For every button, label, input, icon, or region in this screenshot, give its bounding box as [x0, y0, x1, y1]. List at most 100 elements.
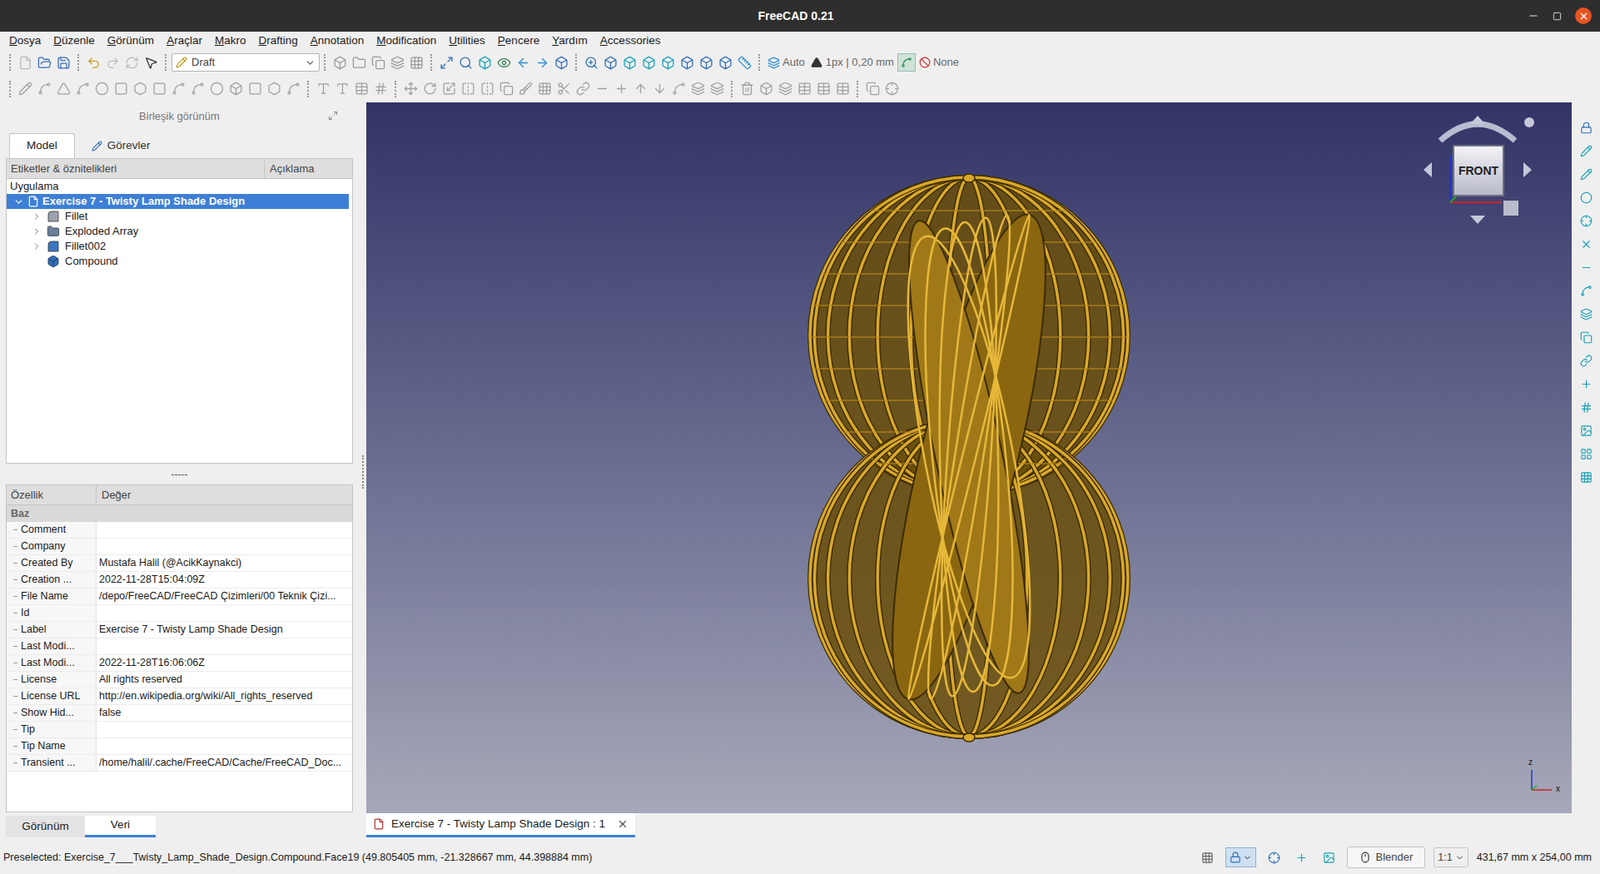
- tool-icon[interactable]: [73, 79, 93, 100]
- tool-icon[interactable]: [15, 52, 35, 73]
- tool-icon[interactable]: [494, 52, 514, 73]
- tool-icon[interactable]: [775, 79, 796, 100]
- tree-document-row[interactable]: Exercise 7 - Twisty Lamp Shade Design: [6, 193, 349, 209]
- tool-icon[interactable]: [34, 52, 55, 73]
- tool-icon[interactable]: [631, 79, 651, 100]
- tool-icon[interactable]: [283, 79, 304, 100]
- tool-icon[interactable]: [581, 52, 602, 73]
- maximize-icon[interactable]: [1552, 11, 1562, 21]
- tool-icon[interactable]: [795, 79, 815, 100]
- tool-icon[interactable]: [15, 79, 35, 100]
- tool-icon[interactable]: [611, 79, 632, 100]
- view-splitter[interactable]: [358, 102, 367, 841]
- property-row[interactable]: Tip: [6, 721, 353, 739]
- tool-icon[interactable]: [168, 79, 189, 100]
- tool-icon[interactable]: [658, 52, 678, 73]
- tool-icon[interactable]: [532, 52, 552, 73]
- tool-icon[interactable]: [1576, 443, 1596, 464]
- tree-column[interactable]: Etiketler & öznitelikleri: [6, 159, 265, 179]
- combo-tab[interactable]: Model: [9, 133, 75, 159]
- tool-icon[interactable]: [1576, 467, 1596, 487]
- tool-icon[interactable]: [226, 79, 246, 100]
- tool-icon[interactable]: [1576, 327, 1596, 348]
- tool-icon[interactable]: [756, 79, 776, 100]
- toolbar-handle[interactable]: [9, 80, 12, 98]
- tool-icon[interactable]: [1576, 350, 1596, 371]
- toolbar-handle[interactable]: [9, 54, 12, 71]
- tool-icon[interactable]: [863, 79, 883, 100]
- tool-icon[interactable]: [735, 52, 755, 73]
- property-row[interactable]: Created ByMustafa Halil (@AcikKaynakci): [6, 555, 353, 572]
- menu-item[interactable]: Makro: [214, 32, 247, 50]
- expand-icon[interactable]: [13, 196, 25, 208]
- toolbar-handle[interactable]: [575, 54, 578, 71]
- tool-icon[interactable]: [456, 52, 476, 73]
- property-row[interactable]: Last Modi...2022-11-28T16:06:06Z: [6, 655, 353, 672]
- menu-item[interactable]: Yardım: [551, 32, 588, 50]
- tool-icon[interactable]: [601, 52, 621, 73]
- undock-icon[interactable]: [327, 110, 338, 121]
- menu-item[interactable]: Drafting: [258, 32, 298, 50]
- tool-icon[interactable]: [477, 79, 497, 100]
- toolbar-handle[interactable]: [856, 80, 860, 98]
- tool-icon[interactable]: [669, 79, 689, 100]
- tool-icon[interactable]: [707, 79, 727, 100]
- tool-icon[interactable]: [513, 52, 533, 73]
- tool-icon[interactable]: [149, 79, 169, 100]
- property-row[interactable]: License URLhttp://en.wikipedia.org/wiki/…: [6, 688, 353, 706]
- toolbar-handle[interactable]: [307, 80, 310, 98]
- tool-icon[interactable]: [34, 79, 55, 100]
- tool-icon[interactable]: [332, 79, 353, 100]
- tool-icon[interactable]: [458, 79, 478, 100]
- property-column[interactable]: Özellik: [6, 485, 97, 505]
- tool-icon[interactable]: [401, 79, 421, 100]
- minimize-icon[interactable]: [1527, 9, 1540, 22]
- close-tab-icon[interactable]: [616, 818, 629, 830]
- tool-icon[interactable]: [1576, 280, 1596, 301]
- property-row[interactable]: Id: [6, 605, 353, 622]
- menu-item[interactable]: Araçlar: [166, 32, 203, 50]
- tool-icon[interactable]: [475, 52, 495, 73]
- property-row[interactable]: Comment: [6, 521, 353, 539]
- construction-toggle[interactable]: [897, 53, 916, 72]
- tool-icon[interactable]: [715, 52, 736, 73]
- tool-icon[interactable]: [1197, 847, 1218, 868]
- tool-icon[interactable]: [407, 52, 427, 73]
- menu-item[interactable]: Pencere: [497, 32, 540, 50]
- tool-icon[interactable]: [111, 79, 131, 100]
- tool-icon[interactable]: [420, 79, 440, 100]
- property-row[interactable]: Last Modi...: [6, 638, 353, 656]
- menu-item[interactable]: Utilities: [448, 32, 486, 50]
- property-row[interactable]: Transient .../home/halil/.cache/FreeCAD/…: [6, 755, 353, 772]
- tool-icon[interactable]: [352, 79, 372, 100]
- line-style-button[interactable]: 1px | 0,20 mm: [807, 54, 898, 71]
- tool-icon[interactable]: [554, 79, 574, 100]
- tool-icon[interactable]: [688, 79, 708, 100]
- tool-icon[interactable]: [814, 79, 834, 100]
- close-button[interactable]: [1575, 7, 1592, 25]
- menu-item[interactable]: Modification: [376, 32, 437, 50]
- tool-icon[interactable]: [84, 52, 104, 73]
- tool-icon[interactable]: [1576, 117, 1596, 138]
- tool-icon[interactable]: [1576, 257, 1596, 278]
- tree-item[interactable]: Compound: [6, 253, 353, 269]
- tree-column[interactable]: Açıklama: [264, 159, 353, 179]
- tool-icon[interactable]: [1576, 210, 1596, 231]
- tool-icon[interactable]: [245, 79, 265, 100]
- tool-icon[interactable]: [54, 79, 74, 100]
- 3d-viewport[interactable]: FRONTzx: [366, 102, 1572, 814]
- combo-tab[interactable]: Görevler: [74, 133, 168, 159]
- property-column[interactable]: Değer: [96, 485, 353, 505]
- tool-icon[interactable]: [1576, 397, 1596, 418]
- property-row[interactable]: Show Hid...false: [6, 705, 353, 722]
- lock-toggle[interactable]: [1225, 847, 1257, 868]
- tool-icon[interactable]: [1576, 233, 1596, 254]
- property-row[interactable]: Creation ...2022-11-28T15:04:09Z: [6, 571, 353, 589]
- tool-icon[interactable]: [677, 52, 697, 73]
- navigation-cube[interactable]: FRONT: [1415, 107, 1541, 233]
- document-tab[interactable]: Exercise 7 - Twisty Lamp Shade Design : …: [366, 813, 636, 838]
- property-row[interactable]: LicenseAll rights reserved: [6, 671, 353, 689]
- panel-splitter[interactable]: -----: [5, 463, 353, 485]
- toolbar-handle[interactable]: [77, 54, 80, 71]
- tool-icon[interactable]: [1576, 420, 1596, 441]
